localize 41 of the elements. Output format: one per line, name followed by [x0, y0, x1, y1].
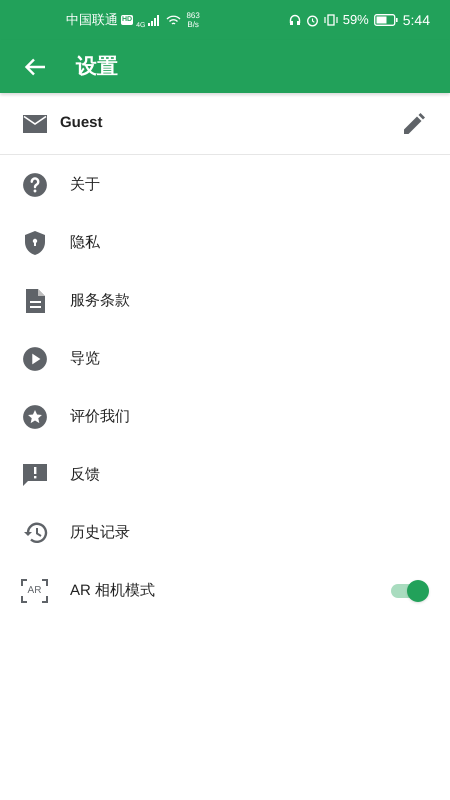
back-arrow-icon [24, 58, 46, 76]
alarm-icon [306, 14, 319, 26]
toggle-switch[interactable] [389, 580, 429, 602]
speed-value: 863 [186, 11, 200, 20]
document-icon [24, 288, 46, 314]
setting-row[interactable]: AR AR 相机模式 [0, 562, 450, 620]
item-label: 导览 [70, 348, 100, 369]
menu-item[interactable]: 关于 [0, 156, 450, 214]
shield-icon [24, 230, 46, 256]
carrier-label: 中国联通 [66, 11, 118, 30]
item-label: 评价我们 [70, 406, 130, 427]
clock-time: 5:44 [402, 10, 430, 30]
speed-unit: B/s [187, 20, 199, 29]
page-title: 设置 [76, 54, 118, 80]
item-label: 反馈 [70, 464, 100, 485]
vibrate-icon [324, 14, 338, 26]
history-icon [22, 521, 48, 545]
item-label: AR 相机模式 [70, 580, 156, 601]
item-label: 关于 [70, 174, 100, 195]
item-label: 服务条款 [70, 290, 130, 311]
menu-item[interactable]: 导览 [0, 330, 450, 388]
menu-item[interactable]: 反馈 [0, 446, 450, 504]
signal-icon [148, 14, 160, 26]
menu-item[interactable]: 隐私 [0, 214, 450, 272]
menu-item[interactable]: 历史记录 [0, 504, 450, 562]
battery-percent: 59% [342, 11, 369, 30]
battery-icon [374, 14, 398, 26]
menu-item[interactable]: 评价我们 [0, 388, 450, 446]
help-icon [22, 172, 48, 198]
item-label: 隐私 [70, 232, 100, 253]
account-row[interactable]: Guest [0, 93, 450, 155]
feedback-icon [22, 462, 48, 488]
wifi-icon [166, 14, 182, 26]
play-icon [22, 346, 48, 372]
headphones-icon [288, 14, 301, 26]
edit-button[interactable] [401, 110, 427, 136]
menu-item[interactable]: 服务条款 [0, 272, 450, 330]
account-name: Guest [60, 113, 103, 134]
mail-icon [23, 114, 47, 132]
item-label: 历史记录 [70, 522, 130, 543]
edit-icon [403, 112, 425, 134]
